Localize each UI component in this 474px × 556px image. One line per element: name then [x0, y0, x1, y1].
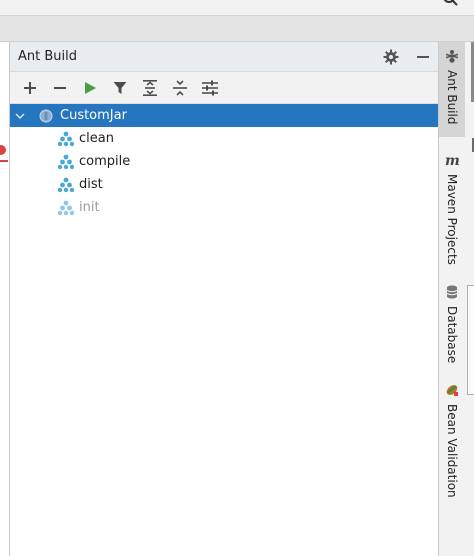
- play-icon: [85, 81, 96, 94]
- funnel-icon: [113, 81, 127, 94]
- expand-all-button[interactable]: [138, 76, 162, 100]
- minus-icon: [54, 86, 66, 89]
- bean-icon: [444, 382, 460, 398]
- run-button[interactable]: [78, 76, 102, 100]
- sidebar-tab-database[interactable]: Database: [439, 278, 465, 388]
- tree-target-dist[interactable]: dist: [10, 173, 438, 196]
- error-marker: [0, 160, 8, 162]
- add-button[interactable]: [18, 76, 42, 100]
- tree-target-compile[interactable]: compile: [10, 150, 438, 173]
- properties-button[interactable]: [198, 76, 222, 100]
- panel-title: Ant Build: [18, 49, 77, 64]
- database-icon: [444, 284, 460, 300]
- maven-icon: m: [444, 152, 460, 168]
- remove-button[interactable]: [48, 76, 72, 100]
- ant-target-icon: [58, 200, 74, 216]
- filter-button[interactable]: [108, 76, 132, 100]
- tree-root-label: CustomJar: [60, 108, 127, 123]
- ant-buildfile-icon: [38, 108, 54, 124]
- tree-root-customjar[interactable]: CustomJar: [10, 104, 438, 127]
- panel-header: Ant Build: [10, 42, 438, 72]
- ant-tree: CustomJar clean compile dist init: [10, 104, 438, 219]
- collapse-all-button[interactable]: [168, 76, 192, 100]
- tree-target-label: dist: [79, 177, 103, 192]
- search-icon[interactable]: [442, 0, 460, 8]
- window-top-strip: [0, 0, 474, 16]
- chevron-down-icon[interactable]: [12, 111, 28, 121]
- panel-header-actions: [382, 42, 432, 72]
- sidebar-tab-label: Ant Build: [445, 70, 459, 125]
- tool-window-tabs-band: [0, 16, 474, 42]
- tree-target-clean[interactable]: clean: [10, 127, 438, 150]
- svg-text:m: m: [445, 153, 460, 167]
- ant-target-icon: [58, 131, 74, 147]
- sidebar-tab-bean-validation[interactable]: Bean Validation: [439, 376, 465, 526]
- tree-target-label: init: [79, 200, 100, 215]
- ant-icon: [444, 48, 460, 64]
- ant-build-panel: Ant Build CustomJar clean compile dist i…: [10, 42, 438, 556]
- tree-target-init[interactable]: init: [10, 196, 438, 219]
- editor-edge: [0, 42, 10, 556]
- tree-target-label: clean: [79, 131, 114, 146]
- sidebar-tab-ant-build[interactable]: Ant Build: [439, 42, 465, 137]
- sidebar-tab-label: Bean Validation: [445, 404, 459, 498]
- plus-icon: [24, 81, 36, 94]
- sidebar-tab-maven-projects[interactable]: m Maven Projects: [439, 146, 465, 296]
- collapsed-panel-edge[interactable]: [467, 285, 474, 395]
- tree-target-label: compile: [79, 154, 131, 169]
- ant-toolbar: [10, 72, 438, 104]
- collapse-all-icon: [173, 79, 187, 96]
- expand-all-icon: [143, 79, 157, 96]
- gear-icon[interactable]: [382, 48, 400, 66]
- outer-window-edge: [466, 42, 474, 556]
- ant-target-icon: [58, 154, 74, 170]
- error-badge-icon: [0, 145, 6, 155]
- settings-sliders-icon: [202, 80, 218, 95]
- ant-target-icon: [58, 177, 74, 193]
- minimize-icon[interactable]: [414, 48, 432, 66]
- sidebar-tab-label: Maven Projects: [445, 174, 459, 265]
- sidebar-tab-label: Database: [445, 306, 459, 364]
